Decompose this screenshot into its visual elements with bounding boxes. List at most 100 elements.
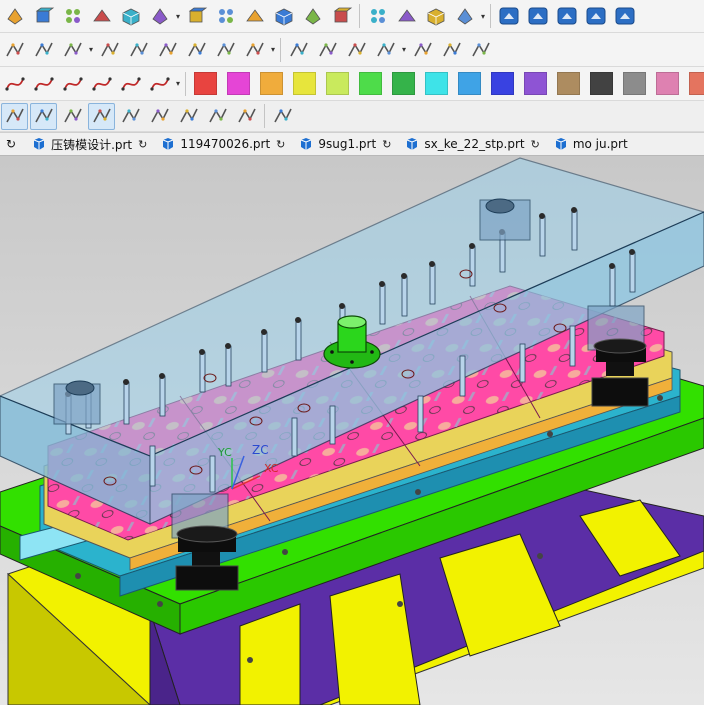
draft-icon[interactable] xyxy=(299,3,326,30)
dropdown-arrow-icon[interactable]: ▾ xyxy=(479,12,487,21)
snap-perpendicular-icon[interactable] xyxy=(59,103,86,130)
color-swatch[interactable] xyxy=(689,72,704,95)
bridge-icon[interactable] xyxy=(117,70,144,97)
part-file-icon xyxy=(163,138,174,150)
snap-point-icon[interactable] xyxy=(146,103,173,130)
view-stairs-icon[interactable] xyxy=(611,3,638,30)
holes-icon[interactable] xyxy=(343,36,370,63)
color-swatch[interactable] xyxy=(293,72,316,95)
tab-file-1[interactable]: 压铸模设计.prt ↻ xyxy=(24,133,153,155)
grid-icon[interactable] xyxy=(212,36,239,63)
color-swatch[interactable] xyxy=(524,72,547,95)
unite-icon[interactable] xyxy=(117,3,144,30)
snap-endpoint-icon[interactable] xyxy=(175,103,202,130)
view-front-icon[interactable] xyxy=(495,3,522,30)
pad-icon[interactable] xyxy=(30,3,57,30)
block-icon[interactable] xyxy=(183,3,210,30)
dropdown-arrow-icon[interactable]: ▾ xyxy=(174,79,182,88)
graphics-viewport[interactable]: ZC XC YC xyxy=(0,156,704,705)
color-swatch[interactable] xyxy=(194,72,217,95)
curve-icon[interactable] xyxy=(1,70,28,97)
align-icon[interactable] xyxy=(314,36,341,63)
snap-center-icon[interactable] xyxy=(88,102,115,130)
face-icon[interactable] xyxy=(30,70,57,97)
tab-file-5[interactable]: mo ju.prt xyxy=(546,133,634,155)
color-swatch[interactable] xyxy=(359,72,382,95)
shell-icon[interactable] xyxy=(328,3,355,30)
dropdown-arrow-icon[interactable]: ▾ xyxy=(174,12,182,21)
snap-curve-icon[interactable] xyxy=(1,102,28,130)
dropdown-arrow-icon[interactable]: ▾ xyxy=(87,45,95,54)
rotate-icon[interactable] xyxy=(467,36,494,63)
snap-point-icon xyxy=(150,108,169,123)
color-swatch[interactable] xyxy=(260,72,283,95)
color-swatch[interactable] xyxy=(491,72,514,95)
extrude-icon[interactable] xyxy=(1,3,28,30)
snap-face-icon[interactable] xyxy=(204,103,231,130)
patch-icon[interactable] xyxy=(372,36,399,63)
mesh-icon[interactable] xyxy=(451,3,478,30)
snap-quadrant-icon xyxy=(121,108,140,123)
extend-icon[interactable] xyxy=(125,36,152,63)
snap-endpoint-icon xyxy=(179,108,198,123)
tab-file-4[interactable]: sx_ke_22_stp.prt ↻ xyxy=(397,133,545,155)
refresh-icon: ↻ xyxy=(6,137,17,151)
color-swatch[interactable] xyxy=(392,72,415,95)
measure-icon[interactable] xyxy=(183,36,210,63)
close-tab-icon[interactable]: ↻ xyxy=(531,138,540,151)
chamfer-icon[interactable] xyxy=(241,36,268,63)
color-swatch[interactable] xyxy=(227,72,250,95)
part-file-icon xyxy=(301,138,312,150)
split-icon[interactable] xyxy=(96,36,123,63)
snap-spline-icon[interactable] xyxy=(30,102,57,130)
view-right-icon[interactable] xyxy=(582,3,609,30)
spline-icon[interactable] xyxy=(146,70,173,97)
trim-icon[interactable] xyxy=(1,36,28,63)
mold-assembly-model[interactable]: ZC XC YC xyxy=(0,156,704,705)
view-iso-icon[interactable] xyxy=(553,3,580,30)
color-swatch[interactable] xyxy=(326,72,349,95)
slab-icon[interactable] xyxy=(364,3,391,30)
color-swatch[interactable] xyxy=(590,72,613,95)
snap-edge-icon xyxy=(237,108,256,123)
datum-icon[interactable] xyxy=(285,36,312,63)
cone-icon[interactable] xyxy=(393,3,420,30)
tab-overflow-left[interactable]: ↻ xyxy=(0,133,24,155)
sphere-icon[interactable] xyxy=(146,3,173,30)
dropdown-arrow-icon[interactable]: ▾ xyxy=(269,45,277,54)
cube-icon xyxy=(427,8,444,26)
move-icon[interactable] xyxy=(409,36,436,63)
array-icon[interactable] xyxy=(59,3,86,30)
region-icon[interactable] xyxy=(88,70,115,97)
color-swatch[interactable] xyxy=(623,72,646,95)
color-swatch[interactable] xyxy=(656,72,679,95)
measure-icon xyxy=(187,42,206,56)
color-swatch[interactable] xyxy=(425,72,448,95)
pattern-icon[interactable] xyxy=(88,3,115,30)
loop-icon[interactable] xyxy=(59,70,86,97)
close-tab-icon[interactable]: ↻ xyxy=(276,138,285,151)
offset-icon[interactable] xyxy=(30,36,57,63)
snap-edge-icon[interactable] xyxy=(233,103,260,130)
sweep-icon xyxy=(218,9,233,23)
snap-quadrant-icon[interactable] xyxy=(117,103,144,130)
sweep-icon[interactable] xyxy=(212,3,239,30)
tab-file-2[interactable]: 119470026.prt ↻ xyxy=(153,133,291,155)
block-icon xyxy=(188,7,207,23)
sew-icon[interactable] xyxy=(59,36,86,63)
close-tab-icon[interactable]: ↻ xyxy=(138,138,147,151)
close-tab-icon[interactable]: ↻ xyxy=(382,138,391,151)
dropdown-arrow-icon[interactable]: ▾ xyxy=(400,45,408,54)
cube-icon[interactable] xyxy=(422,3,449,30)
color-swatch[interactable] xyxy=(458,72,481,95)
box-icon[interactable] xyxy=(270,3,297,30)
intersect-icon[interactable] xyxy=(154,36,181,63)
view-top-icon[interactable] xyxy=(524,3,551,30)
snap-grid-icon[interactable] xyxy=(269,103,296,130)
section-icon[interactable] xyxy=(438,36,465,63)
plane-icon[interactable] xyxy=(241,3,268,30)
color-swatch[interactable] xyxy=(557,72,580,95)
snap-grid-icon xyxy=(273,108,292,123)
patch-icon xyxy=(376,42,395,56)
tab-file-3[interactable]: 9sug1.prt ↻ xyxy=(291,133,397,155)
